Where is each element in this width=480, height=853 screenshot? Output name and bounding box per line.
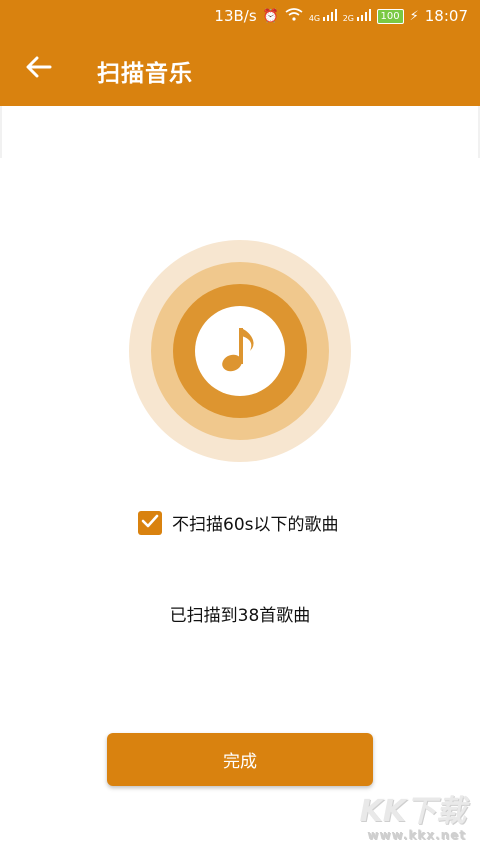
music-badge [195, 306, 285, 396]
page-title: 扫描音乐 [97, 61, 193, 87]
signal-label-1: 4G [308, 14, 321, 23]
wifi-icon [285, 8, 303, 24]
watermark-logo-text: KK下载 [359, 794, 467, 829]
watermark-logo: KK下载 www.kkx.net [359, 794, 467, 842]
charging-icon: ⚡ [409, 8, 419, 24]
signal-icon-2: 2G [343, 9, 371, 23]
scan-animation [129, 240, 351, 462]
status-bar: 13B/s ⏰ 4G 2G 100 ⚡ 18:07 [0, 0, 480, 32]
signal-label-2: 2G [342, 14, 354, 23]
watermark-site: www.kkx.net [367, 828, 466, 842]
battery-icon: 100 [376, 8, 404, 24]
scan-result-text: 已扫描到38首歌曲 [169, 606, 311, 626]
clock: 18:07 [424, 7, 468, 25]
skip-short-songs-checkbox[interactable] [138, 510, 162, 535]
done-button[interactable]: 完成 [107, 733, 373, 786]
skip-short-songs-option[interactable]: 不扫描60s以下的歌曲 [138, 510, 339, 535]
net-speed: 13B/s [214, 7, 257, 25]
skip-short-songs-label: 不扫描60s以下的歌曲 [172, 515, 339, 535]
alarm-icon: ⏰ [262, 8, 279, 24]
signal-icon: 4G [309, 9, 337, 23]
checkmark-icon [141, 513, 159, 532]
header-spacer [0, 106, 480, 158]
back-button[interactable] [20, 50, 58, 88]
app-toolbar: 扫描音乐 [0, 32, 480, 106]
arrow-left-icon [26, 56, 52, 82]
music-note-icon [220, 324, 260, 378]
